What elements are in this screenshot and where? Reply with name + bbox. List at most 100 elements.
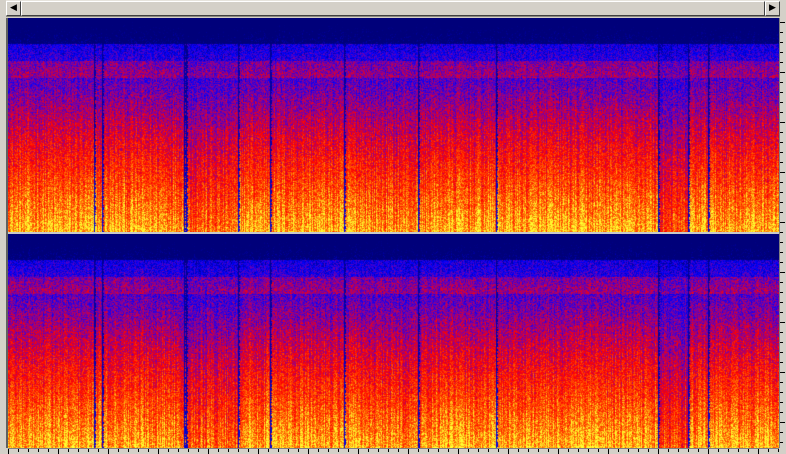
ruler-tick: [418, 449, 419, 452]
ruler-tick: [728, 449, 729, 452]
ruler-tick: [780, 242, 783, 243]
ruler-tick: [780, 22, 785, 23]
ruler-tick: [780, 182, 783, 183]
ruler-tick: [458, 449, 459, 454]
ruler-tick: [780, 52, 783, 53]
ruler-tick: [198, 449, 199, 452]
ruler-tick: [628, 449, 629, 452]
ruler-tick: [208, 449, 209, 454]
scroll-left-arrow-icon[interactable]: ◀: [6, 1, 21, 16]
ruler-tick: [18, 449, 19, 452]
ruler-tick: [398, 449, 399, 452]
ruler-tick: [780, 232, 783, 233]
spectrogram-canvas-2[interactable]: [8, 234, 779, 448]
ruler-tick: [780, 342, 783, 343]
ruler-tick: [178, 449, 179, 452]
ruler-tick: [780, 252, 783, 253]
ruler-tick: [498, 449, 499, 452]
ruler-tick: [478, 449, 479, 452]
ruler-tick: [58, 449, 59, 454]
ruler-tick: [528, 449, 529, 452]
ruler-tick: [780, 262, 783, 263]
ruler-tick: [780, 312, 783, 313]
ruler-tick: [118, 449, 119, 452]
scrollbar-thumb[interactable]: [21, 1, 765, 16]
ruler-tick: [780, 142, 783, 143]
ruler-tick: [388, 449, 389, 452]
ruler-tick: [780, 382, 783, 383]
ruler-tick: [780, 442, 783, 443]
ruler-tick: [608, 449, 609, 454]
ruler-tick: [780, 192, 783, 193]
ruler-tick: [348, 449, 349, 452]
ruler-tick: [578, 449, 579, 452]
ruler-tick: [638, 449, 639, 452]
ruler-tick: [718, 449, 719, 452]
ruler-tick: [218, 449, 219, 452]
ruler-tick: [248, 449, 249, 452]
ruler-tick: [780, 432, 783, 433]
ruler-tick: [338, 449, 339, 452]
ruler-tick: [780, 172, 785, 173]
ruler-tick: [780, 202, 783, 203]
ruler-tick: [278, 449, 279, 452]
ruler-tick: [308, 449, 309, 454]
ruler-tick: [368, 449, 369, 452]
ruler-tick: [780, 422, 785, 423]
ruler-tick: [708, 449, 709, 454]
ruler-tick: [780, 212, 783, 213]
spectrogram-track-2[interactable]: [8, 234, 779, 448]
ruler-tick: [780, 92, 783, 93]
ruler-tick: [288, 449, 289, 452]
ruler-tick: [758, 449, 759, 454]
ruler-tick: [138, 449, 139, 452]
ruler-tick: [488, 449, 489, 452]
ruler-tick: [168, 449, 169, 452]
ruler-tick: [428, 449, 429, 452]
ruler-tick: [780, 292, 783, 293]
ruler-tick: [780, 332, 783, 333]
ruler-tick: [780, 282, 783, 283]
ruler-tick: [598, 449, 599, 452]
ruler-tick: [228, 449, 229, 452]
ruler-tick: [668, 449, 669, 452]
ruler-tick: [358, 449, 359, 454]
ruler-tick: [518, 449, 519, 452]
horizontal-scrollbar[interactable]: ◀ ▶: [6, 0, 780, 17]
ruler-tick: [318, 449, 319, 452]
spectrogram-canvas-1[interactable]: [8, 18, 779, 232]
ruler-tick: [780, 62, 783, 63]
ruler-tick: [468, 449, 469, 452]
ruler-tick: [780, 412, 783, 413]
ruler-tick: [780, 372, 785, 373]
ruler-tick: [568, 449, 569, 452]
ruler-tick: [238, 449, 239, 452]
ruler-tick: [378, 449, 379, 452]
ruler-tick: [78, 449, 79, 452]
spectrogram-track-1[interactable]: [8, 18, 779, 232]
ruler-tick: [128, 449, 129, 452]
ruler-tick: [538, 449, 539, 452]
ruler-tick: [780, 122, 785, 123]
ruler-tick: [328, 449, 329, 452]
ruler-tick: [768, 449, 769, 452]
ruler-tick: [780, 362, 783, 363]
ruler-tick: [108, 449, 109, 454]
ruler-tick: [748, 449, 749, 452]
frequency-ruler: [779, 18, 786, 448]
ruler-tick: [780, 132, 783, 133]
ruler-tick: [258, 449, 259, 454]
ruler-tick: [158, 449, 159, 454]
scroll-right-arrow-icon[interactable]: ▶: [765, 1, 780, 16]
ruler-tick: [588, 449, 589, 452]
ruler-tick: [780, 102, 783, 103]
ruler-tick: [98, 449, 99, 452]
ruler-tick: [448, 449, 449, 452]
ruler-tick: [408, 449, 409, 454]
ruler-tick: [780, 302, 783, 303]
ruler-tick: [88, 449, 89, 452]
ruler-tick: [780, 42, 783, 43]
ruler-tick: [618, 449, 619, 452]
ruler-tick: [48, 449, 49, 452]
ruler-tick: [648, 449, 649, 452]
